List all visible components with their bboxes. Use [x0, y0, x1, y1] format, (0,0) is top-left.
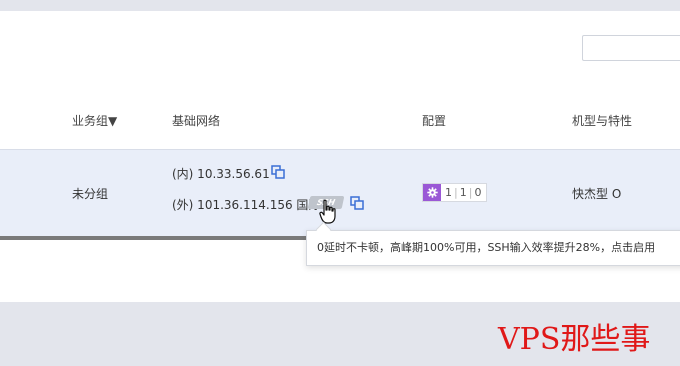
- config-value-c: 0: [474, 186, 483, 199]
- config-value-a: 1: [445, 186, 453, 199]
- hand-cursor-icon: [319, 199, 336, 224]
- column-header-business-group[interactable]: 业务组▼: [72, 112, 117, 129]
- tooltip: 0延时不卡顿，高峰期100%可用，SSH输入效率提升28%，点击启用: [306, 230, 680, 266]
- tooltip-text[interactable]: 0延时不卡顿，高峰期100%可用，SSH输入效率提升28%，点击启用: [317, 241, 655, 254]
- copy-icon[interactable]: [271, 165, 285, 179]
- column-header-network: 基础网络: [172, 114, 221, 128]
- business-group-cell: 未分组: [72, 187, 109, 201]
- column-header-model: 机型与特性: [572, 114, 633, 128]
- external-ip: (外) 101.36.114.156 国际: [172, 198, 321, 212]
- gear-icon: [423, 184, 441, 201]
- config-indicator[interactable]: 1|1|0: [422, 183, 488, 202]
- config-value-b: 1: [459, 186, 468, 199]
- internal-ip: (内) 10.33.56.61: [172, 167, 270, 181]
- column-header-config: 配置: [422, 114, 447, 128]
- search-input[interactable]: [582, 35, 680, 61]
- copy-icon[interactable]: [350, 196, 364, 210]
- watermark: VPS那些事: [498, 322, 651, 357]
- model-cell: 快杰型 O: [572, 187, 622, 201]
